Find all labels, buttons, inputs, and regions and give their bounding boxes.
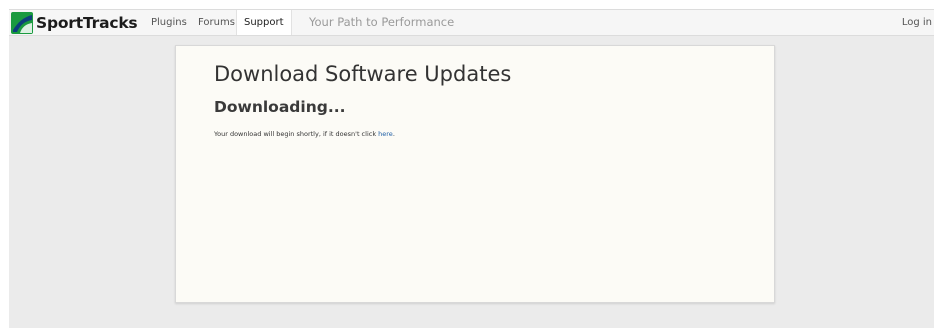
top-navbar: SportTracks Plugins Forums Support Your … (9, 9, 934, 36)
sporttracks-logo[interactable]: SportTracks (11, 11, 138, 35)
nav-item-support[interactable]: Support (236, 10, 292, 35)
nav-item-plugins[interactable]: Plugins (145, 10, 193, 35)
browser-page: SportTracks Plugins Forums Support Your … (0, 0, 934, 328)
download-message-end: . (392, 130, 395, 138)
left-border (0, 9, 9, 328)
content-card: Download Software Updates Downloading...… (175, 45, 775, 303)
download-here-link[interactable]: here (378, 130, 393, 138)
downloading-heading: Downloading... (214, 98, 346, 116)
login-link[interactable]: Log in (902, 10, 932, 35)
top-border (0, 0, 934, 9)
download-message-text: Your download will begin shortly, if it … (214, 130, 379, 138)
page-title: Download Software Updates (214, 62, 512, 86)
download-message: Your download will begin shortly, if it … (214, 130, 395, 138)
nav-item-forums[interactable]: Forums (192, 10, 241, 35)
brand-name: SportTracks (36, 14, 138, 32)
site-tagline: Your Path to Performance (309, 15, 455, 29)
sporttracks-logo-icon (11, 12, 33, 34)
